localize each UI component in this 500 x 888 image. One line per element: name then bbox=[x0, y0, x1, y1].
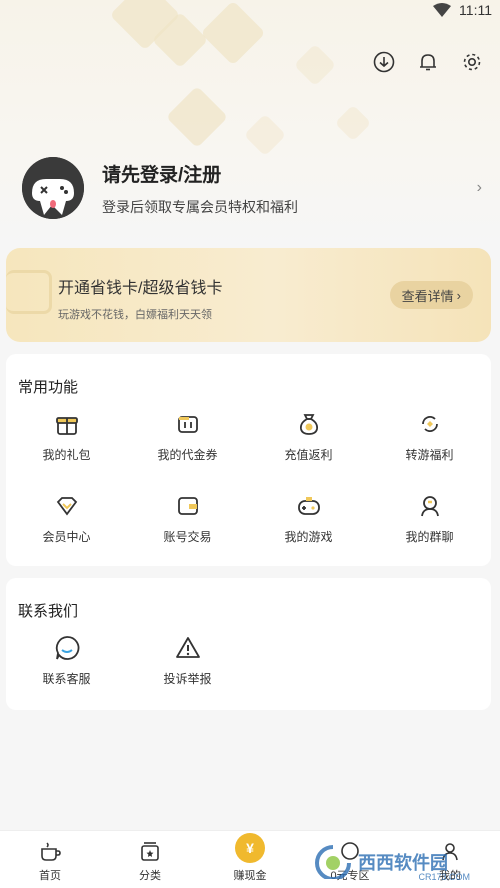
wallet-icon bbox=[174, 492, 202, 520]
func-member-center[interactable]: 会员中心 bbox=[6, 492, 127, 545]
contact-label: 投诉举报 bbox=[163, 672, 212, 686]
vip-subtitle: 玩游戏不花钱，白嫖福利天天领 bbox=[58, 309, 212, 321]
money-bag-icon bbox=[295, 410, 323, 438]
nav-category[interactable]: 分类 bbox=[100, 831, 200, 888]
function-row-2: 会员中心 账号交易 我的游戏 我的群聊 bbox=[6, 492, 491, 545]
contact-card: 联系我们 联系客服 投诉举报 bbox=[6, 578, 491, 710]
func-my-gifts[interactable]: 我的礼包 bbox=[6, 410, 127, 463]
view-details-label: 查看详情 bbox=[401, 288, 454, 304]
func-my-games[interactable]: 我的游戏 bbox=[248, 492, 369, 545]
nav-label: 首页 bbox=[39, 870, 61, 882]
coin-bag-icon: ¥ bbox=[235, 833, 265, 863]
func-label: 会员中心 bbox=[42, 530, 91, 544]
watermark: 西西软件园 CR173.COM bbox=[314, 842, 484, 882]
avatar[interactable] bbox=[22, 157, 84, 219]
func-label: 我的礼包 bbox=[42, 448, 91, 462]
nav-home[interactable]: 首页 bbox=[0, 831, 100, 888]
function-row-1: 我的礼包 我的代金券 充值返利 转游福利 bbox=[6, 410, 491, 463]
transfer-icon bbox=[416, 410, 444, 438]
common-functions-card: 常用功能 我的礼包 我的代金券 充值返利 转游福利 会员中心 账号交易 我的游戏… bbox=[6, 354, 491, 566]
nav-label: 赚现金 bbox=[233, 870, 267, 882]
func-account-trade[interactable]: 账号交易 bbox=[127, 492, 248, 545]
vip-card[interactable]: 开通省钱卡/超级省钱卡 玩游戏不花钱，白嫖福利天天领 查看详情 › bbox=[6, 248, 491, 342]
chevron-right-icon[interactable]: › bbox=[477, 179, 482, 197]
signal-icon bbox=[433, 3, 452, 17]
gift-icon bbox=[53, 410, 81, 438]
chevron-right-icon: › bbox=[456, 287, 461, 303]
func-recharge-rebate[interactable]: 充值返利 bbox=[248, 410, 369, 463]
status-bar: 11:11 bbox=[0, 0, 500, 20]
func-my-vouchers[interactable]: 我的代金券 bbox=[127, 410, 248, 463]
func-label: 我的代金券 bbox=[157, 448, 218, 462]
contact-customer-service[interactable]: 联系客服 bbox=[6, 634, 127, 687]
func-label: 我的群聊 bbox=[405, 530, 454, 544]
chat-bubble-icon bbox=[53, 634, 81, 662]
category-box-icon bbox=[138, 839, 162, 863]
login-subtitle: 登录后领取专属会员特权和福利 bbox=[102, 198, 298, 215]
vip-title: 开通省钱卡/超级省钱卡 bbox=[58, 280, 223, 297]
func-label: 账号交易 bbox=[163, 530, 212, 544]
view-details-button[interactable]: 查看详情 › bbox=[389, 281, 473, 309]
gamepad-icon bbox=[295, 492, 323, 520]
diamond-icon bbox=[53, 492, 81, 520]
settings-icon[interactable] bbox=[460, 50, 484, 74]
group-chat-icon bbox=[416, 492, 444, 520]
login-title[interactable]: 请先登录/注册 bbox=[102, 160, 298, 187]
status-time: 11:11 bbox=[459, 2, 492, 18]
profile-text: 请先登录/注册 登录后领取专属会员特权和福利 bbox=[102, 160, 298, 217]
func-my-group-chat[interactable]: 我的群聊 bbox=[369, 492, 490, 545]
card-decoration-icon bbox=[6, 270, 52, 314]
func-label: 转游福利 bbox=[405, 448, 454, 462]
section-title: 联系我们 bbox=[18, 603, 79, 620]
bell-icon[interactable] bbox=[416, 50, 440, 74]
nav-label: 分类 bbox=[139, 870, 161, 882]
top-actions bbox=[372, 50, 484, 74]
download-icon[interactable] bbox=[372, 50, 396, 74]
section-title: 常用功能 bbox=[18, 379, 79, 396]
contact-label: 联系客服 bbox=[42, 672, 91, 686]
watermark-logo-icon bbox=[315, 845, 351, 879]
contact-complaint-report[interactable]: 投诉举报 bbox=[127, 634, 248, 687]
func-label: 充值返利 bbox=[284, 448, 333, 462]
home-cup-icon bbox=[38, 839, 62, 863]
func-label: 我的游戏 bbox=[284, 530, 333, 544]
login-profile[interactable]: 请先登录/注册 登录后领取专属会员特权和福利 › bbox=[22, 153, 488, 223]
func-transfer-benefits[interactable]: 转游福利 bbox=[369, 410, 490, 463]
nav-earn-cash[interactable]: ¥ 赚现金 bbox=[200, 831, 300, 888]
voucher-icon bbox=[174, 410, 202, 438]
watermark-domain: CR173.COM bbox=[418, 872, 470, 882]
warning-icon bbox=[174, 634, 202, 662]
contact-row: 联系客服 投诉举报 bbox=[6, 634, 491, 687]
